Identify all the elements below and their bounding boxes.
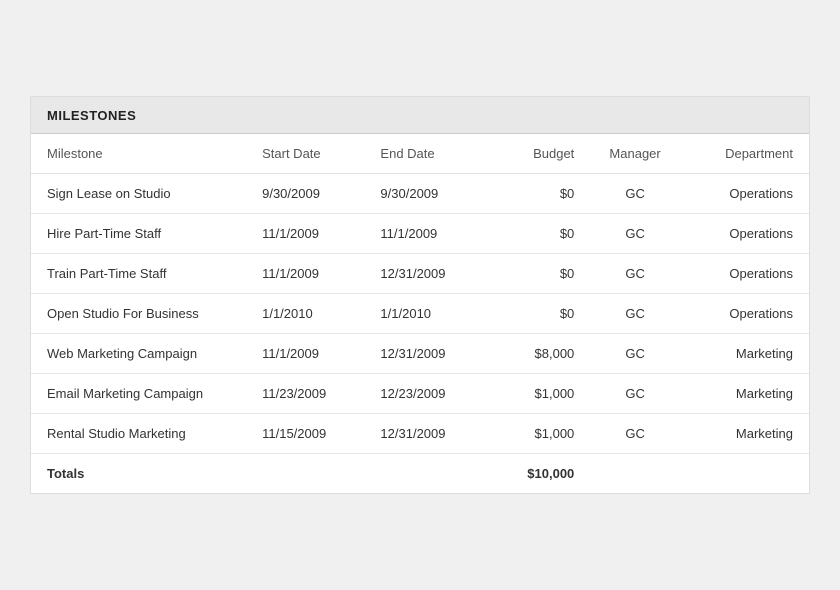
cell-manager: GC — [590, 374, 680, 414]
table-row: Email Marketing Campaign11/23/200912/23/… — [31, 374, 809, 414]
cell-milestone: Email Marketing Campaign — [31, 374, 246, 414]
totals-end-empty — [364, 454, 482, 494]
cell-milestone: Web Marketing Campaign — [31, 334, 246, 374]
cell-milestone: Train Part-Time Staff — [31, 254, 246, 294]
cell-budget: $1,000 — [483, 374, 591, 414]
table-row: Train Part-Time Staff11/1/200912/31/2009… — [31, 254, 809, 294]
table-header: MILESTONES — [31, 97, 809, 134]
totals-dept-empty — [680, 454, 809, 494]
cell-department: Operations — [680, 294, 809, 334]
cell-milestone: Rental Studio Marketing — [31, 414, 246, 454]
cell-milestone: Open Studio For Business — [31, 294, 246, 334]
cell-enddate: 9/30/2009 — [364, 174, 482, 214]
cell-budget: $1,000 — [483, 414, 591, 454]
table-row: Rental Studio Marketing11/15/200912/31/2… — [31, 414, 809, 454]
cell-enddate: 12/23/2009 — [364, 374, 482, 414]
table-row: Hire Part-Time Staff11/1/200911/1/2009$0… — [31, 214, 809, 254]
totals-manager-empty — [590, 454, 680, 494]
cell-startdate: 11/1/2009 — [246, 254, 364, 294]
cell-budget: $8,000 — [483, 334, 591, 374]
col-header-enddate: End Date — [364, 134, 482, 174]
cell-department: Operations — [680, 214, 809, 254]
cell-department: Operations — [680, 174, 809, 214]
cell-manager: GC — [590, 174, 680, 214]
cell-budget: $0 — [483, 294, 591, 334]
cell-enddate: 11/1/2009 — [364, 214, 482, 254]
table-row: Web Marketing Campaign11/1/200912/31/200… — [31, 334, 809, 374]
cell-startdate: 1/1/2010 — [246, 294, 364, 334]
cell-department: Operations — [680, 254, 809, 294]
table-title: MILESTONES — [47, 108, 136, 123]
col-header-milestone: Milestone — [31, 134, 246, 174]
cell-manager: GC — [590, 254, 680, 294]
cell-enddate: 1/1/2010 — [364, 294, 482, 334]
totals-row: Totals $10,000 — [31, 454, 809, 494]
table-row: Open Studio For Business1/1/20101/1/2010… — [31, 294, 809, 334]
cell-budget: $0 — [483, 174, 591, 214]
cell-manager: GC — [590, 294, 680, 334]
cell-enddate: 12/31/2009 — [364, 334, 482, 374]
cell-startdate: 9/30/2009 — [246, 174, 364, 214]
cell-startdate: 11/15/2009 — [246, 414, 364, 454]
totals-label: Totals — [31, 454, 246, 494]
cell-startdate: 11/1/2009 — [246, 214, 364, 254]
cell-startdate: 11/23/2009 — [246, 374, 364, 414]
cell-milestone: Sign Lease on Studio — [31, 174, 246, 214]
col-header-manager: Manager — [590, 134, 680, 174]
cell-startdate: 11/1/2009 — [246, 334, 364, 374]
cell-department: Marketing — [680, 334, 809, 374]
cell-department: Marketing — [680, 414, 809, 454]
table-row: Sign Lease on Studio9/30/20099/30/2009$0… — [31, 174, 809, 214]
cell-manager: GC — [590, 214, 680, 254]
milestones-table: MILESTONES Milestone Start Date End Date… — [30, 96, 810, 494]
cell-enddate: 12/31/2009 — [364, 414, 482, 454]
cell-manager: GC — [590, 414, 680, 454]
totals-budget: $10,000 — [483, 454, 591, 494]
cell-budget: $0 — [483, 254, 591, 294]
col-header-budget: Budget — [483, 134, 591, 174]
cell-budget: $0 — [483, 214, 591, 254]
cell-department: Marketing — [680, 374, 809, 414]
col-header-startdate: Start Date — [246, 134, 364, 174]
totals-start-empty — [246, 454, 364, 494]
table-header-row: Milestone Start Date End Date Budget Man… — [31, 134, 809, 174]
cell-enddate: 12/31/2009 — [364, 254, 482, 294]
col-header-department: Department — [680, 134, 809, 174]
cell-manager: GC — [590, 334, 680, 374]
cell-milestone: Hire Part-Time Staff — [31, 214, 246, 254]
